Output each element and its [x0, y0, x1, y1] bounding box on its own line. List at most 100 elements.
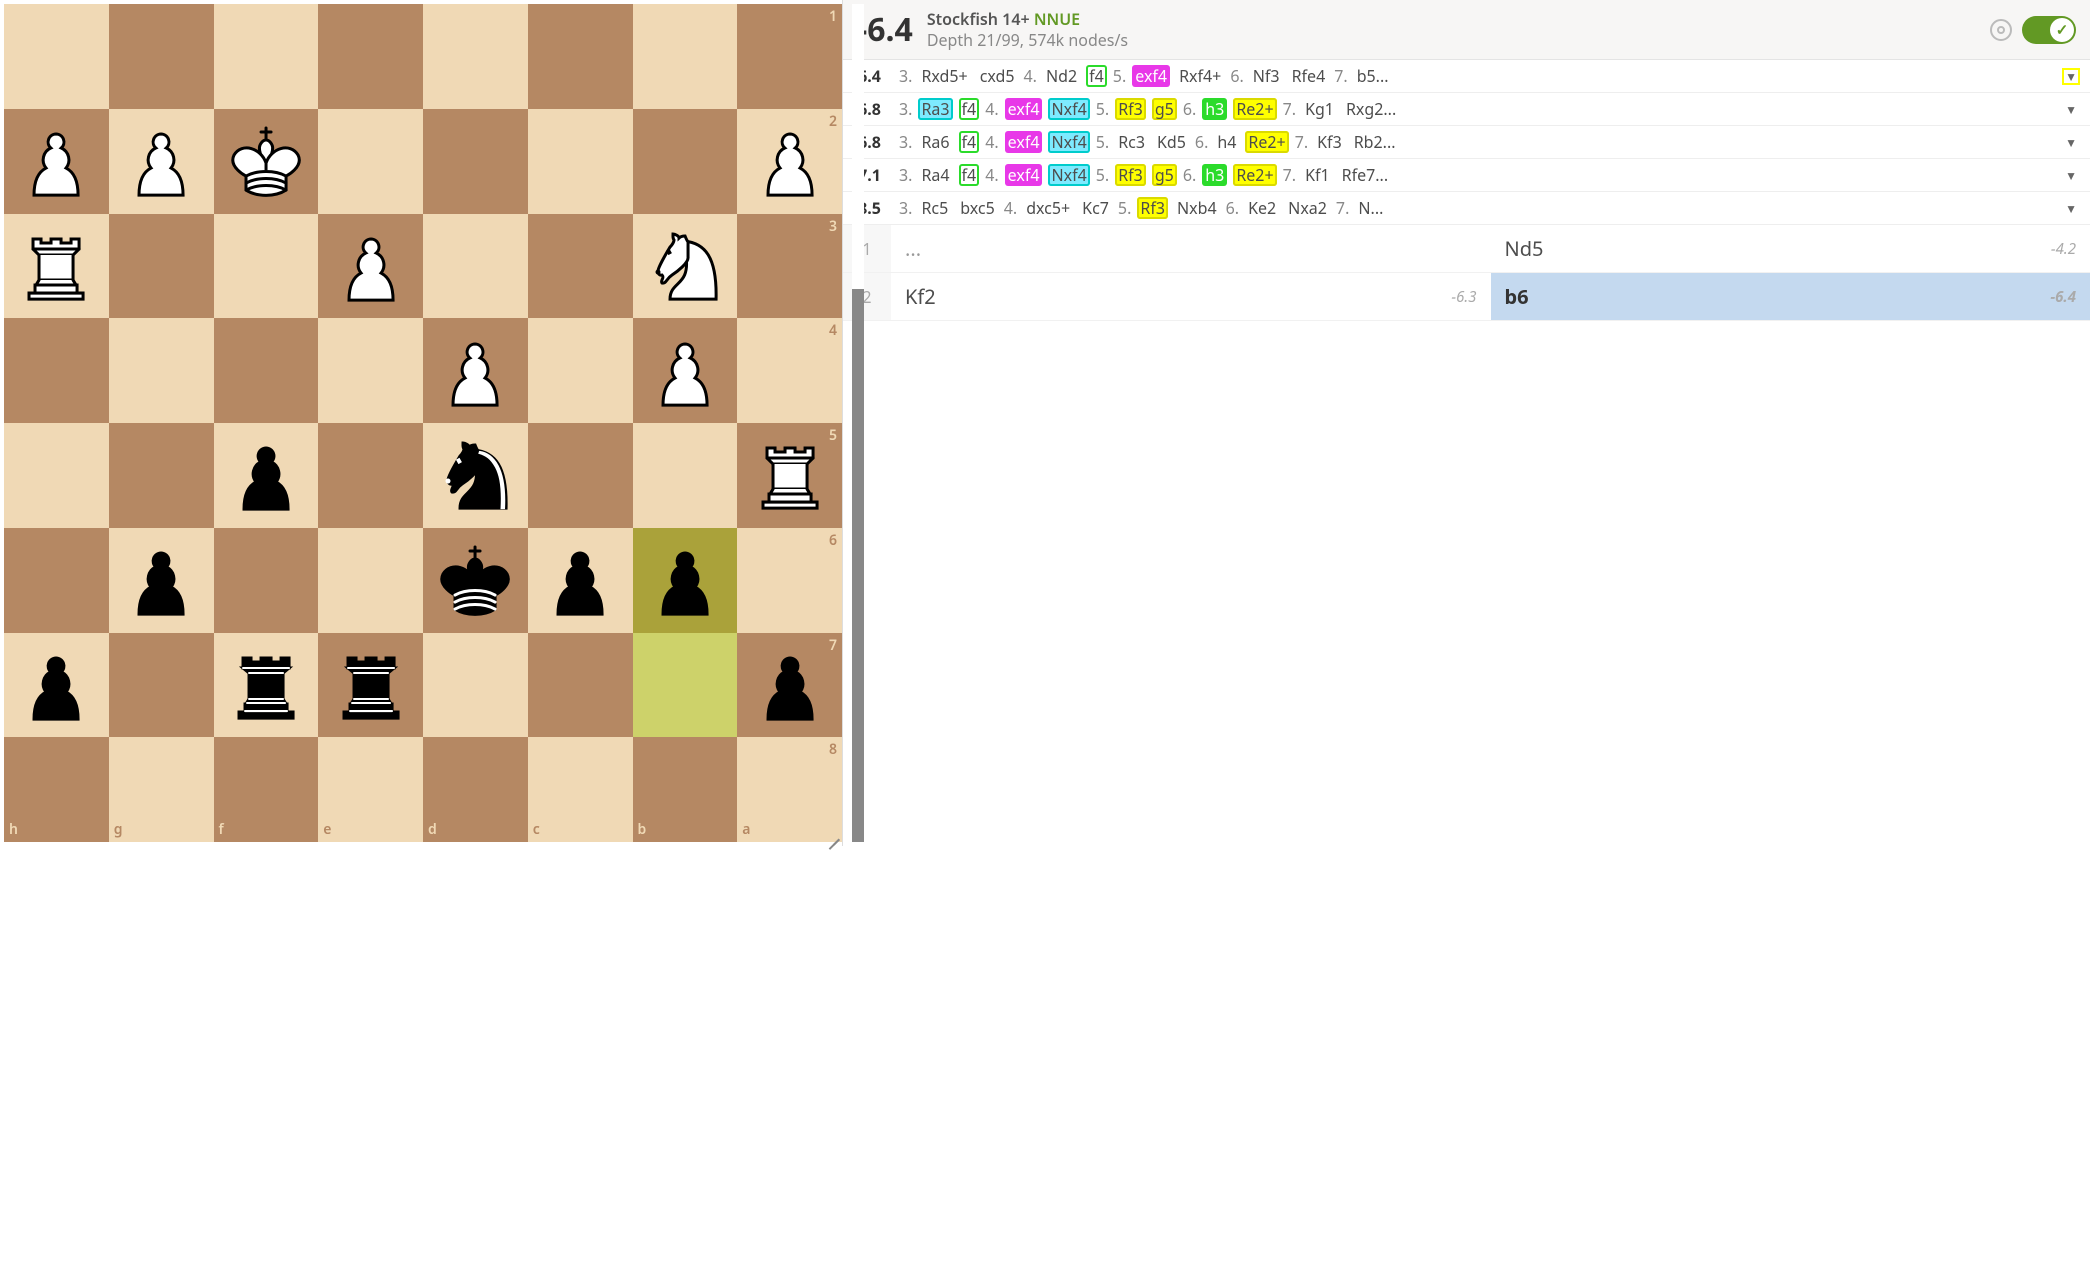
square-e1[interactable] — [318, 4, 423, 109]
square-b7[interactable] — [633, 633, 738, 738]
square-d5[interactable] — [423, 423, 528, 528]
square-h8[interactable]: h — [4, 737, 109, 842]
pv-move[interactable]: dxc5+ — [1023, 197, 1073, 219]
move-cell[interactable]: b6−6.4 — [1491, 273, 2090, 320]
square-b4[interactable] — [633, 318, 738, 423]
square-g6[interactable] — [109, 528, 214, 633]
pv-move[interactable]: h4 — [1214, 131, 1239, 153]
square-e2[interactable] — [318, 109, 423, 214]
square-c8[interactable]: c — [528, 737, 633, 842]
square-g1[interactable] — [109, 4, 214, 109]
square-c5[interactable] — [528, 423, 633, 528]
pv-move[interactable]: Ke2 — [1245, 197, 1279, 219]
pv-move[interactable]: f4 — [959, 164, 980, 186]
piece-r[interactable] — [214, 633, 319, 738]
move-cell[interactable]: ... — [891, 225, 1491, 272]
square-d6[interactable] — [423, 528, 528, 633]
pv-move[interactable]: Kd5 — [1154, 131, 1189, 153]
piece-p[interactable] — [4, 633, 109, 738]
piece-r[interactable] — [318, 633, 423, 738]
square-a2[interactable]: 2 — [737, 109, 842, 214]
pv-move[interactable]: Ra4 — [918, 164, 952, 186]
square-a5[interactable]: 5 — [737, 423, 842, 528]
square-f6[interactable] — [214, 528, 319, 633]
pv-move[interactable]: Rfe7... — [1339, 164, 1392, 186]
square-c7[interactable] — [528, 633, 633, 738]
pv-move[interactable]: g5 — [1152, 98, 1177, 120]
square-f4[interactable] — [214, 318, 319, 423]
pv-move[interactable]: Nf3 — [1250, 65, 1283, 87]
pv-move[interactable]: Kf3 — [1314, 131, 1345, 153]
resize-handle-icon[interactable] — [824, 824, 840, 840]
pv-move[interactable]: Rxf4+ — [1176, 65, 1224, 87]
pv-move[interactable]: Rf3 — [1115, 98, 1146, 120]
square-a6[interactable]: 6 — [737, 528, 842, 633]
pv-move[interactable]: Nxf4 — [1048, 98, 1089, 120]
pv-move[interactable]: b5... — [1354, 65, 1392, 87]
pv-move[interactable]: f4 — [959, 98, 980, 120]
square-a3[interactable]: 3 — [737, 214, 842, 319]
square-g3[interactable] — [109, 214, 214, 319]
pv-move[interactable]: Rc3 — [1115, 131, 1148, 153]
pv-move[interactable]: Kg1 — [1302, 98, 1337, 120]
square-h1[interactable] — [4, 4, 109, 109]
square-g7[interactable] — [109, 633, 214, 738]
square-e3[interactable] — [318, 214, 423, 319]
pv-move[interactable]: Rfe4 — [1289, 65, 1329, 87]
pv-move[interactable]: Rc5 — [918, 197, 951, 219]
pv-move[interactable]: exf4 — [1132, 65, 1170, 87]
pv-line[interactable]: -7.13.Ra4f44.exf4Nxf45.Rf3g56.h3Re2+7.Kf… — [843, 159, 2090, 192]
square-e7[interactable] — [318, 633, 423, 738]
pv-move[interactable]: Re2+ — [1233, 164, 1276, 186]
square-g5[interactable] — [109, 423, 214, 528]
pv-move[interactable]: Ra6 — [918, 131, 952, 153]
piece-R[interactable] — [4, 214, 109, 319]
square-c4[interactable] — [528, 318, 633, 423]
square-d7[interactable] — [423, 633, 528, 738]
piece-P[interactable] — [109, 109, 214, 214]
pv-line[interactable]: -6.83.Ra6f44.exf4Nxf45.Rc3Kd56.h4Re2+7.K… — [843, 126, 2090, 159]
square-b3[interactable] — [633, 214, 738, 319]
pv-move[interactable]: f4 — [1086, 65, 1107, 87]
pv-move[interactable]: g5 — [1152, 164, 1177, 186]
piece-P[interactable] — [737, 109, 842, 214]
square-e4[interactable] — [318, 318, 423, 423]
pv-move[interactable]: Rb2... — [1351, 131, 1399, 153]
square-f7[interactable] — [214, 633, 319, 738]
target-icon[interactable] — [1990, 19, 2012, 41]
move-cell[interactable]: Kf2−6.3 — [891, 273, 1491, 320]
piece-P[interactable] — [423, 318, 528, 423]
square-e6[interactable] — [318, 528, 423, 633]
piece-N[interactable] — [633, 214, 738, 319]
pv-move[interactable]: Nxa2 — [1285, 197, 1330, 219]
pv-move[interactable]: bxc5 — [957, 197, 998, 219]
pv-move[interactable]: Nxf4 — [1048, 164, 1089, 186]
pv-move[interactable]: exf4 — [1005, 164, 1043, 186]
square-d8[interactable]: d — [423, 737, 528, 842]
pv-line[interactable]: -6.83.Ra3f44.exf4Nxf45.Rf3g56.h3Re2+7.Kg… — [843, 93, 2090, 126]
pv-move[interactable]: Nxb4 — [1174, 197, 1220, 219]
pv-move[interactable]: h3 — [1202, 164, 1227, 186]
piece-P[interactable] — [633, 318, 738, 423]
square-b1[interactable] — [633, 4, 738, 109]
expand-icon[interactable]: ▼ — [2062, 200, 2080, 217]
square-h4[interactable] — [4, 318, 109, 423]
square-e5[interactable] — [318, 423, 423, 528]
square-b6[interactable] — [633, 528, 738, 633]
piece-k[interactable] — [423, 528, 528, 633]
pv-line[interactable]: -6.43.Rxd5+cxd54.Nd2f45.exf4Rxf4+6.Nf3Rf… — [843, 60, 2090, 93]
pv-move[interactable]: exf4 — [1005, 131, 1043, 153]
piece-p[interactable] — [633, 528, 738, 633]
square-f8[interactable]: f — [214, 737, 319, 842]
chess-board[interactable]: 1234567hgfedcb8a — [4, 4, 842, 842]
pv-move[interactable]: Rxg2... — [1343, 98, 1399, 120]
square-h3[interactable] — [4, 214, 109, 319]
square-e8[interactable]: e — [318, 737, 423, 842]
piece-P[interactable] — [318, 214, 423, 319]
pv-move[interactable]: Rf3 — [1137, 197, 1168, 219]
pv-line[interactable]: -8.53.Rc5bxc54.dxc5+Kc75.Rf3Nxb46.Ke2Nxa… — [843, 192, 2090, 225]
expand-icon[interactable]: ▼ — [2062, 167, 2080, 184]
square-c1[interactable] — [528, 4, 633, 109]
engine-toggle[interactable]: ✓ — [2022, 16, 2076, 44]
square-f1[interactable] — [214, 4, 319, 109]
